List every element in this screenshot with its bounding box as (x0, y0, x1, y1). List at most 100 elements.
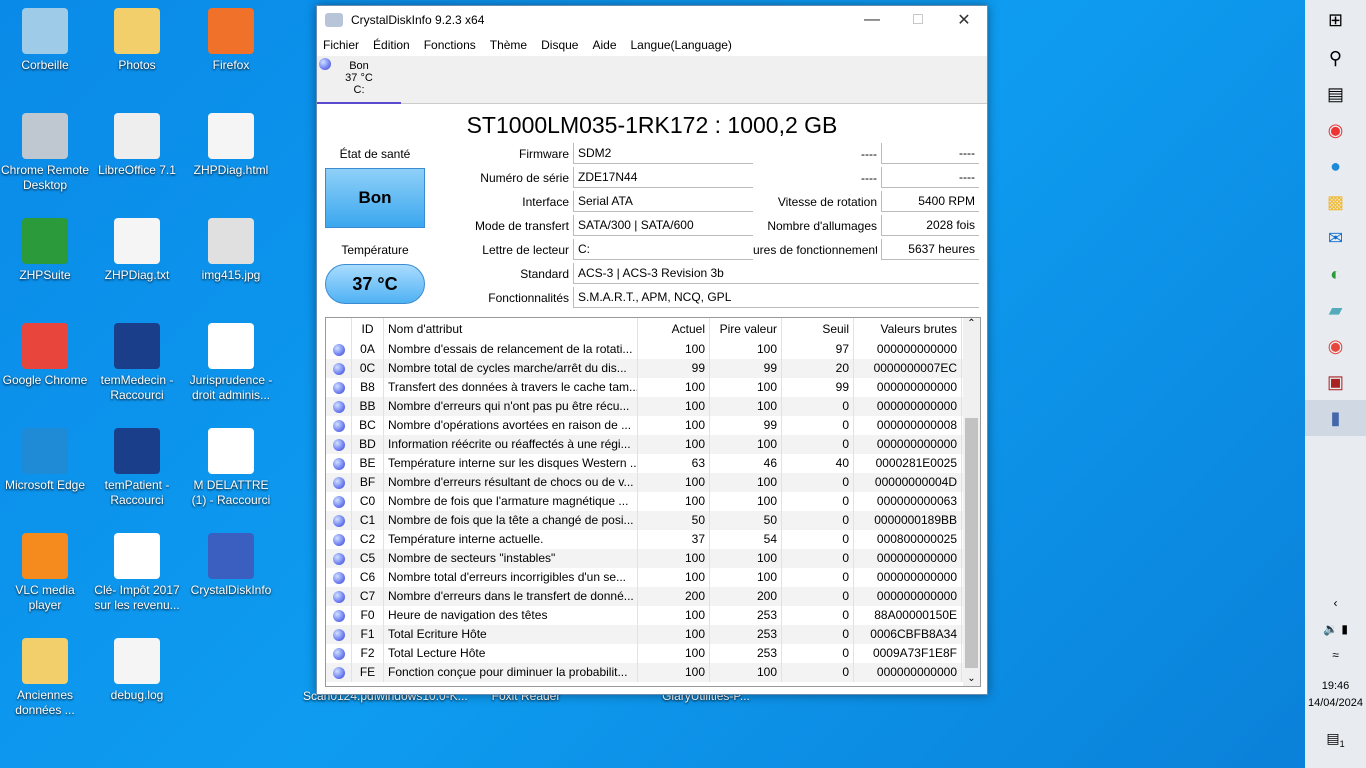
worst-value: 253 (710, 625, 782, 644)
table-row[interactable]: BD Information réécrite ou réaffectés à u… (326, 435, 980, 454)
table-row[interactable]: BB Nombre d'erreurs qui n'ont pas pu être… (326, 397, 980, 416)
desktop-icon[interactable]: Corbeille (0, 8, 90, 73)
desktop-icon[interactable]: Google Chrome (0, 323, 90, 388)
column-header[interactable]: ID (352, 318, 384, 340)
desktop-icon-image (22, 323, 68, 369)
worst-value: 50 (710, 511, 782, 530)
mail-icon[interactable]: ✉ (1305, 220, 1366, 256)
volume-battery-icon[interactable]: 🔉 ▮ (1305, 622, 1366, 636)
desktop-icon[interactable]: ZHPDiag.txt (92, 218, 182, 283)
table-row[interactable]: FE Fonction conçue pour diminuer la proba… (326, 663, 980, 682)
crystaldiskinfo-icon[interactable]: ▮ (1305, 400, 1366, 436)
show-hidden-icons-chevron-icon[interactable]: ‹ (1305, 596, 1366, 610)
start-button[interactable]: ⊞ (1305, 0, 1366, 40)
table-row[interactable]: C5 Nombre de secteurs "instables" 100 100 0 0… (326, 549, 980, 568)
desktop-icon[interactable]: Chrome Remote Desktop (0, 113, 90, 193)
attr-id: BC (352, 416, 384, 435)
desktop-icon-label: Photos (118, 58, 156, 72)
table-row[interactable]: C7 Nombre d'erreurs dans le transfert de … (326, 587, 980, 606)
menu-item[interactable]: Fonctions (424, 38, 476, 52)
info-label: Interface (522, 195, 569, 209)
app-icon-1[interactable]: ◉ (1305, 112, 1366, 148)
desktop-icon[interactable]: Microsoft Edge (0, 428, 90, 493)
table-row[interactable]: 0A Nombre d'essais de relancement de la r… (326, 340, 980, 359)
desktop-icon[interactable]: Clé- Impôt 2017 sur les revenu... (92, 533, 182, 613)
menu-item[interactable]: Langue(Language) (631, 38, 732, 52)
desktop-icon[interactable]: VLC media player (0, 533, 90, 613)
table-row[interactable]: C6 Nombre total d'erreurs incorrigibles d… (326, 568, 980, 587)
drive-tab-c[interactable]: Bon 37 °C C: (317, 56, 401, 104)
smart-table: ID Nom d'attribut Actuel Pire valeur Seuil Va… (325, 317, 981, 687)
temperature-button[interactable]: 37 °C (325, 264, 425, 304)
menu-item[interactable]: Édition (373, 38, 410, 52)
desktop-icon[interactable]: debug.log (92, 638, 182, 703)
app-icon-2[interactable]: ▣ (1305, 364, 1366, 400)
desktop-icon[interactable]: ZHPSuite (0, 218, 90, 283)
menu-item[interactable]: Thème (490, 38, 527, 52)
clock-date[interactable]: 14/04/2024 (1305, 697, 1366, 709)
zhpsuite-icon[interactable]: ◐ (1305, 256, 1366, 292)
desktop-icon[interactable]: Jurisprudence - droit adminis... (186, 323, 276, 403)
desktop-icon[interactable]: img415.jpg (186, 218, 276, 283)
current-value: 100 (638, 397, 710, 416)
table-row[interactable]: F0 Heure de navigation des têtes 100 253 0 88… (326, 606, 980, 625)
column-header[interactable] (326, 318, 352, 340)
table-row[interactable]: B8 Transfert des données à travers le cac… (326, 378, 980, 397)
table-row[interactable]: C1 Nombre de fois que la tête a changé de… (326, 511, 980, 530)
wifi-icon[interactable]: ≈ (1305, 648, 1366, 662)
task-view-icon[interactable]: ▤ (1305, 76, 1366, 112)
close-button[interactable]: ✕ (941, 10, 987, 30)
desktop-icon[interactable]: Photos (92, 8, 182, 73)
column-header[interactable]: Nom d'attribut (384, 318, 638, 340)
search-icon[interactable]: ⚲ (1305, 40, 1366, 76)
chrome-icon[interactable]: ◉ (1305, 328, 1366, 364)
table-row[interactable]: BF Nombre d'erreurs résultant de chocs ou… (326, 473, 980, 492)
desktop-icon[interactable]: Firefox (186, 8, 276, 73)
table-row[interactable]: BE Température interne sur les disques We… (326, 454, 980, 473)
scrollbar[interactable]: ⌃ ⌄ (963, 318, 980, 686)
raw-value: 000000000000 (854, 435, 962, 454)
desktop-icon-label: Jurisprudence - droit adminis... (189, 373, 273, 402)
attr-name: Nombre total de cycles marche/arrêt du d… (384, 359, 638, 378)
threshold: 0 (782, 625, 854, 644)
column-header[interactable]: Seuil (782, 318, 854, 340)
health-status-button[interactable]: Bon (325, 168, 425, 228)
raw-value: 000800000025 (854, 530, 962, 549)
desktop-icon[interactable]: ZHPDiag.html (186, 113, 276, 178)
menu-item[interactable]: Aide (592, 38, 616, 52)
file-explorer-icon[interactable]: ▩ (1305, 184, 1366, 220)
table-row[interactable]: F2 Total Lecture Hôte 100 253 0 0009A73F1E8F (326, 644, 980, 663)
current-value: 100 (638, 606, 710, 625)
table-row[interactable]: C2 Température interne actuelle. 37 54 0 0008… (326, 530, 980, 549)
menu-item[interactable]: Disque (541, 38, 578, 52)
current-value: 100 (638, 416, 710, 435)
desktop-icon[interactable]: temMedecin - Raccourci (92, 323, 182, 403)
desktop-icon[interactable]: M DELATTRE (1) - Raccourci (186, 428, 276, 508)
desktop-icon[interactable]: Anciennes données ... (0, 638, 90, 718)
desktop-icon[interactable]: LibreOffice 7.1 (92, 113, 182, 178)
status-ball-icon (319, 58, 331, 70)
desktop-icon[interactable]: CrystalDiskInfo (186, 533, 276, 598)
attr-name: Fonction conçue pour diminuer la probabi… (384, 663, 638, 682)
notes-icon[interactable]: ▰ (1305, 292, 1366, 328)
column-header[interactable]: Valeurs brutes (854, 318, 962, 340)
column-header[interactable]: Actuel (638, 318, 710, 340)
edge-icon[interactable]: ● (1305, 148, 1366, 184)
scrollbar-thumb[interactable] (965, 418, 978, 668)
clock-time[interactable]: 19:46 (1305, 680, 1366, 692)
raw-value: 0000281E0025 (854, 454, 962, 473)
notification-icon[interactable]: ▤1 (1305, 730, 1366, 749)
status-ball-icon (332, 476, 345, 489)
minimize-button[interactable]: — (849, 11, 895, 29)
column-header[interactable]: Pire valeur (710, 318, 782, 340)
table-row[interactable]: BC Nombre d'opérations avortées en raison… (326, 416, 980, 435)
menu-item[interactable]: Fichier (323, 38, 359, 52)
desktop-icon-label: Firefox (212, 58, 250, 72)
status-ball-icon (332, 438, 345, 451)
table-row[interactable]: C0 Nombre de fois que l'armature magnétiq… (326, 492, 980, 511)
table-row[interactable]: F1 Total Ecriture Hôte 100 253 0 0006CBFB8A34 (326, 625, 980, 644)
table-row[interactable]: 0C Nombre total de cycles marche/arrêt du… (326, 359, 980, 378)
maximize-button[interactable]: □ (895, 11, 941, 29)
desktop-icon[interactable]: temPatient - Raccourci (92, 428, 182, 508)
status-cell (326, 549, 352, 568)
